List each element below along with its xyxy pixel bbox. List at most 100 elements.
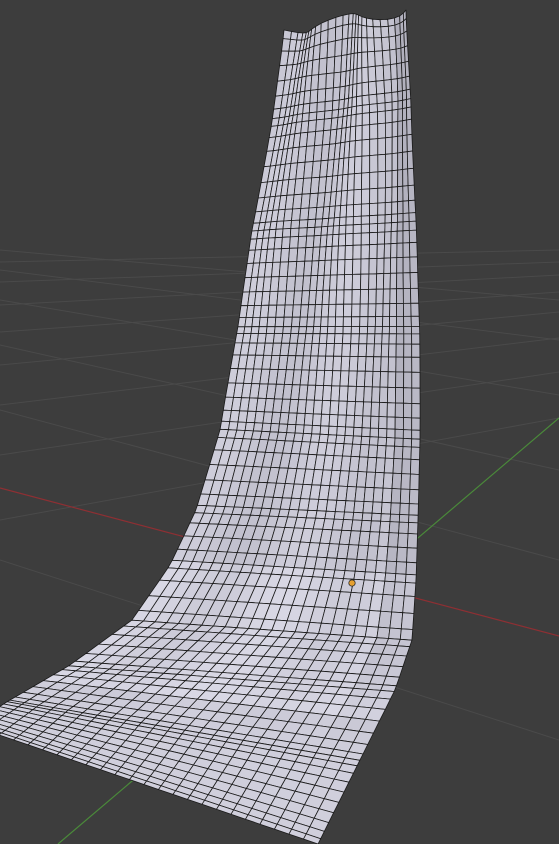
- mesh-face: [359, 288, 370, 305]
- mesh-face: [325, 56, 336, 75]
- mesh-face: [377, 110, 386, 125]
- mesh-face: [402, 302, 412, 317]
- mesh-face: [396, 546, 408, 563]
- mesh-face: [328, 414, 339, 427]
- mesh-face: [274, 316, 285, 328]
- mesh-face: [344, 426, 355, 437]
- mesh-face: [335, 434, 346, 445]
- mesh-face: [381, 487, 393, 504]
- mesh-face: [282, 326, 292, 335]
- mesh-face: [384, 136, 393, 155]
- mesh-face: [407, 184, 416, 202]
- mesh-face: [381, 36, 391, 52]
- mesh-face: [289, 227, 300, 238]
- mesh-face: [340, 355, 351, 372]
- mesh-face: [361, 37, 368, 53]
- mesh-face: [343, 511, 355, 521]
- mesh-face: [360, 258, 370, 275]
- mesh-face: [355, 385, 365, 403]
- mesh-face: [388, 343, 397, 358]
- mesh-face: [384, 201, 393, 216]
- mesh-face: [368, 93, 378, 105]
- mesh-face: [357, 37, 363, 54]
- mesh-face: [336, 426, 347, 436]
- mesh-face: [343, 435, 354, 445]
- mesh-face: [321, 399, 332, 415]
- mesh-face: [388, 627, 402, 640]
- mesh-face: [333, 511, 345, 520]
- mesh-face: [298, 219, 309, 229]
- mesh-face: [350, 105, 357, 116]
- mesh-face: [403, 343, 413, 358]
- mesh-face: [361, 66, 369, 84]
- mesh-face: [350, 316, 361, 328]
- mesh-face: [314, 304, 323, 318]
- mesh-face: [406, 133, 414, 153]
- mesh-face: [352, 512, 364, 521]
- mesh-face: [315, 118, 325, 132]
- viewport-canvas[interactable]: [0, 0, 559, 844]
- mesh-face: [316, 110, 326, 121]
- mesh-face: [377, 187, 386, 204]
- origin-point-icon[interactable]: [348, 579, 356, 587]
- mesh-face: [376, 231, 386, 245]
- mesh-face: [361, 16, 368, 27]
- mesh-face: [285, 275, 297, 292]
- mesh-face: [402, 185, 410, 202]
- mesh-face: [384, 109, 393, 124]
- mesh-face: [384, 153, 393, 172]
- mesh-face: [320, 303, 330, 318]
- mesh-face: [383, 457, 395, 474]
- mesh-face: [322, 274, 331, 291]
- mesh-face: [303, 413, 314, 426]
- mesh-face: [369, 223, 379, 234]
- mesh-face: [336, 414, 347, 428]
- mesh-face: [411, 403, 421, 419]
- mesh-face: [403, 371, 413, 389]
- mesh-face: [403, 387, 413, 404]
- 3d-viewport[interactable]: [0, 0, 559, 844]
- mesh-face: [402, 212, 410, 223]
- mesh-face: [369, 415, 380, 429]
- mesh-face: [344, 258, 354, 276]
- mesh-face: [369, 520, 382, 533]
- mesh-face: [358, 333, 368, 345]
- mesh-face: [337, 245, 346, 261]
- mesh-face: [347, 156, 356, 175]
- mesh-face: [360, 520, 372, 533]
- mesh-face: [336, 274, 346, 291]
- mesh-face: [368, 243, 378, 260]
- mesh-face: [382, 316, 391, 327]
- mesh-face: [374, 316, 384, 327]
- mesh-face: [344, 233, 354, 247]
- mesh-face: [305, 235, 315, 249]
- mesh-face: [360, 244, 370, 260]
- mesh-face: [353, 625, 368, 638]
- mesh-face: [311, 333, 321, 344]
- mesh-face: [403, 18, 408, 34]
- mesh-face: [332, 71, 342, 89]
- mesh-face: [381, 326, 390, 335]
- mesh-face: [318, 433, 329, 444]
- mesh-face: [332, 225, 340, 236]
- mesh-face: [281, 236, 291, 250]
- mesh-face: [312, 326, 322, 335]
- mesh-face: [394, 387, 405, 404]
- mesh-face: [402, 168, 409, 187]
- mesh-face: [258, 316, 269, 328]
- mesh-face: [356, 67, 363, 85]
- mesh-face: [316, 101, 326, 113]
- mesh-face: [324, 510, 336, 520]
- mesh-face: [316, 355, 327, 371]
- mesh-face: [362, 501, 374, 514]
- mesh-face: [331, 233, 340, 247]
- mesh-face: [369, 427, 380, 438]
- mesh-face: [360, 215, 371, 225]
- mesh-face: [388, 326, 397, 335]
- mesh-face: [384, 101, 393, 112]
- mesh-face: [397, 90, 404, 102]
- mesh-face: [369, 214, 379, 225]
- mesh-face: [327, 303, 337, 318]
- mesh-face: [357, 24, 363, 39]
- mesh-face: [310, 74, 320, 91]
